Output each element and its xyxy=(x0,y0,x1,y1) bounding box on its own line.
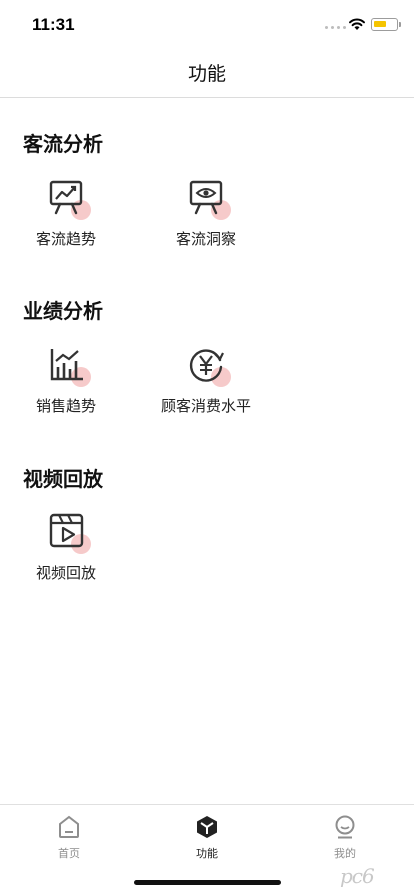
cube-icon xyxy=(197,816,217,838)
func-label: 客流趋势 xyxy=(35,230,96,248)
battery-icon xyxy=(371,18,401,31)
nav-bar: 功能 xyxy=(0,48,414,98)
tab-label: 功能 xyxy=(196,847,218,860)
tab-mine[interactable]: 我的 xyxy=(276,805,414,865)
section-title-video: 视频回放 xyxy=(23,467,103,491)
func-item-customer-spending[interactable]: 顾客消费水平 xyxy=(146,345,266,435)
func-item-sales-trend[interactable]: 销售趋势 xyxy=(6,345,126,435)
video-play-icon xyxy=(49,513,84,548)
wifi-icon xyxy=(349,18,365,30)
watermark-logo: pc6 xyxy=(340,864,375,888)
tab-label: 首页 xyxy=(58,847,80,860)
trend-chart-board-icon xyxy=(49,180,83,215)
cellular-signal-icon xyxy=(325,26,346,29)
func-label: 销售趋势 xyxy=(35,397,96,415)
section-title-passenger-flow: 客流分析 xyxy=(23,132,103,156)
func-label: 客流洞察 xyxy=(175,230,236,248)
func-label: 视频回放 xyxy=(35,564,96,582)
func-item-video-playback[interactable]: 视频回放 xyxy=(6,512,126,602)
tab-functions[interactable]: 功能 xyxy=(138,805,276,865)
func-item-passenger-trend[interactable]: 客流趋势 xyxy=(6,178,126,268)
status-bar: 11:31 xyxy=(0,0,414,48)
func-item-passenger-insight[interactable]: 客流洞察 xyxy=(146,178,266,268)
status-time: 11:31 xyxy=(32,15,75,34)
yen-refresh-icon xyxy=(189,349,224,382)
tab-label: 我的 xyxy=(334,847,356,860)
tab-home[interactable]: 首页 xyxy=(0,805,138,865)
page-title: 功能 xyxy=(187,63,226,85)
home-icon xyxy=(59,815,79,838)
section-title-performance: 业绩分析 xyxy=(23,299,103,323)
bar-chart-icon xyxy=(50,349,83,381)
eye-board-icon xyxy=(189,180,223,215)
home-indicator xyxy=(134,880,281,885)
func-label: 顾客消费水平 xyxy=(160,397,251,415)
user-icon xyxy=(335,815,355,839)
